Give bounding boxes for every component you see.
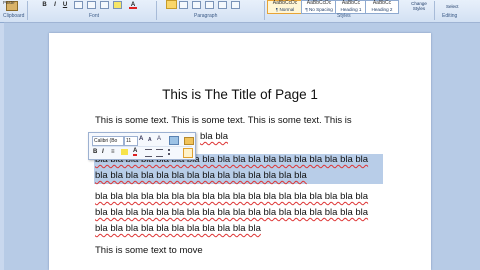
mini-italic-button[interactable]: I — [102, 148, 104, 156]
style-no-spacing[interactable]: AaBbCcDc ¶ No Spacing — [301, 0, 337, 14]
highlight-icon[interactable] — [121, 149, 128, 155]
paragraph-group-label: Paragraph — [194, 13, 218, 19]
styles-icon[interactable]: A — [157, 136, 164, 142]
bla-line: bla bla bla bla bla bla bla bla bla bla … — [95, 223, 261, 234]
font-size-box[interactable]: 11 — [124, 136, 138, 146]
shrink-font-icon[interactable]: A — [148, 137, 155, 143]
horizontal-ruler — [4, 22, 480, 23]
style-preview: AaBbCc — [372, 0, 392, 6]
paragraph-line: bla bla — [200, 131, 228, 142]
selected-line: bla bla bla bla bla bla bla bla bla bla … — [95, 170, 307, 181]
mini-bold-button[interactable]: B — [93, 148, 97, 156]
style-label: Heading 1 — [340, 7, 362, 12]
paragraph-line: This is some text. This is some text. Th… — [95, 115, 352, 126]
style-normal[interactable]: AaBbCcDc ¶ Normal — [267, 0, 303, 14]
align-center-button[interactable] — [179, 1, 188, 9]
bla-line: bla bla bla bla bla bla bla bla bla bla … — [95, 191, 369, 202]
divider — [434, 1, 435, 20]
highlight-button[interactable] — [113, 1, 122, 9]
divider — [92, 146, 192, 147]
bold-button[interactable]: B — [41, 1, 48, 9]
mini-font-color-button[interactable]: A — [133, 148, 138, 156]
divider — [264, 1, 265, 20]
subscript-button[interactable] — [87, 1, 96, 9]
justify-button[interactable] — [205, 1, 214, 9]
style-label: ¶ No Spacing — [305, 7, 333, 12]
italic-button[interactable]: I — [52, 1, 58, 9]
move-text-line: This is some text to move — [95, 245, 203, 256]
divider — [27, 1, 28, 20]
font-name-box[interactable]: Calibri (Bo — [92, 136, 124, 146]
font-group-label: Font — [89, 13, 100, 19]
mini-toolbar: Calibri (Bo 11 A A A B I ≡ A — [88, 132, 196, 160]
style-preview: AaBbCcDc — [272, 0, 298, 6]
underline-button[interactable]: U — [62, 1, 68, 9]
align-left-button[interactable] — [166, 0, 177, 9]
editing-group-label: Editing — [442, 13, 458, 19]
bla-line: bla bla bla bla bla bla bla bla bla bla … — [95, 207, 369, 218]
ribbon: Paste Clipboard B I U A Font Paragraph A… — [0, 0, 480, 23]
grow-font-icon[interactable]: A — [139, 136, 146, 142]
strikethrough-button[interactable] — [74, 1, 83, 9]
align-right-button[interactable] — [192, 1, 201, 9]
divider — [156, 1, 157, 20]
line-spacing-button[interactable] — [218, 1, 227, 9]
style-preview: AaBbCcDc — [306, 0, 332, 6]
misspelled-text: bla bla — [200, 131, 228, 142]
select-button[interactable]: Select — [446, 4, 459, 9]
vertical-ruler — [0, 23, 4, 270]
decrease-indent-icon[interactable] — [145, 149, 152, 157]
shading-button[interactable] — [231, 1, 240, 9]
change-styles-button[interactable]: Change Styles — [408, 1, 430, 11]
paste-label: Paste — [3, 0, 15, 5]
format-painter-icon[interactable] — [184, 137, 194, 145]
style-preview: AaBbCc — [341, 0, 361, 6]
styles-group-label: Styles — [337, 13, 351, 19]
style-heading-2[interactable]: AaBbCc Heading 2 — [365, 0, 399, 14]
page-title: This is The Title of Page 1 — [162, 87, 318, 102]
increase-indent-icon[interactable] — [156, 149, 163, 157]
style-label: Heading 2 — [371, 7, 393, 12]
options-icon[interactable] — [183, 148, 193, 158]
style-heading-1[interactable]: AaBbCc Heading 1 — [335, 0, 367, 14]
format-icon[interactable] — [169, 136, 179, 145]
paste-button[interactable]: Paste — [2, 0, 20, 13]
style-label: ¶ Normal — [275, 7, 295, 12]
font-color-button[interactable]: A — [129, 1, 137, 9]
mini-align-button[interactable]: ≡ — [111, 148, 115, 156]
superscript-button[interactable] — [100, 1, 109, 9]
bullets-icon[interactable] — [168, 149, 177, 155]
clipboard-group-label: Clipboard — [3, 13, 25, 19]
